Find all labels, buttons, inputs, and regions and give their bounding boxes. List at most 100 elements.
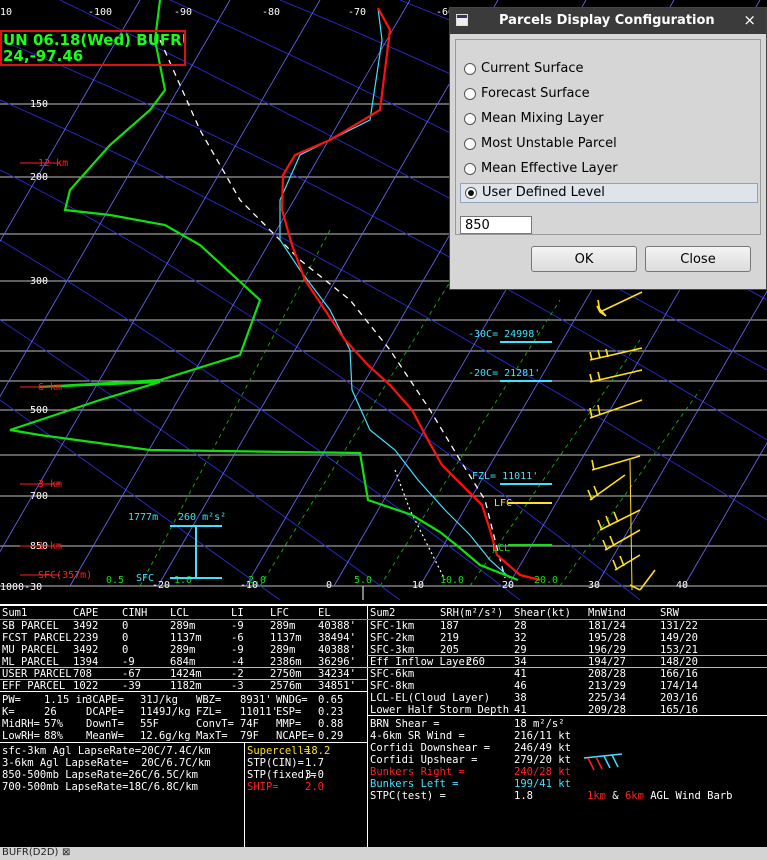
table-cell: 1137m bbox=[170, 632, 202, 644]
radio-button[interactable] bbox=[464, 163, 476, 175]
radio-button[interactable] bbox=[464, 88, 476, 100]
table-cell: 225/34 bbox=[588, 692, 626, 704]
table-cell: 203/16 bbox=[660, 692, 698, 704]
agl-wind-barb-icon bbox=[583, 753, 623, 771]
ok-button[interactable]: OK bbox=[531, 246, 637, 272]
table-cell: EFF PARCEL bbox=[2, 680, 66, 692]
table-header: LI bbox=[231, 607, 244, 619]
bottom-tab-bar: BUFR(D2D) ⊠ bbox=[0, 847, 767, 860]
option-forecast-surface[interactable]: Forecast Surface bbox=[460, 85, 758, 105]
height-label: 12 km bbox=[38, 158, 68, 169]
table-cell: LCL-EL(Cloud Layer) bbox=[370, 692, 491, 704]
header-line2: 24,-97.46 bbox=[3, 47, 84, 65]
index-cell: 11011' bbox=[240, 706, 278, 718]
index-cell: 26 bbox=[44, 706, 57, 718]
kinematic-value: 216/11 kt bbox=[514, 730, 571, 742]
option-mean-mixing-layer[interactable]: Mean Mixing Layer bbox=[460, 110, 758, 130]
index-cell: 57% bbox=[44, 718, 63, 730]
tab-close-icon[interactable]: ⊠ bbox=[62, 847, 70, 858]
dialog-title-bar[interactable]: Parcels Display Configuration × bbox=[450, 8, 766, 34]
table-cell: 28 bbox=[514, 620, 527, 632]
temperature-label: 10 bbox=[412, 580, 424, 591]
kinematic-label: BRN Shear = bbox=[370, 718, 440, 730]
table-cell: Lower Half Storm Depth bbox=[370, 704, 510, 716]
sounding-parameters: Sum1 CAPE CINH LCL LI LFC EL SB PARCEL 3492 0 289m… bbox=[0, 604, 767, 848]
minus30c-label: -30C= 24998' bbox=[468, 329, 540, 340]
lapse-rate: 700-500mb LapseRate=18C/6.8C/km bbox=[2, 781, 198, 793]
temperature-label: -20 bbox=[152, 580, 170, 591]
index-cell: ESP= bbox=[276, 706, 302, 718]
option-user-defined-level[interactable]: User Defined Level bbox=[460, 183, 758, 203]
index-cell: LowRH= bbox=[2, 730, 40, 742]
left-bottom-label: 1000-30 bbox=[0, 582, 42, 593]
user-level-input[interactable] bbox=[460, 216, 532, 234]
option-label: Mean Mixing Layer bbox=[481, 111, 604, 126]
pressure-label: 500 bbox=[30, 405, 48, 416]
window-menu-icon[interactable] bbox=[456, 14, 468, 26]
table-cell: 708 bbox=[73, 668, 92, 680]
mixing-ratio-label: 2.0 bbox=[248, 575, 266, 586]
index-cell: MMP= bbox=[276, 718, 302, 730]
table-cell: -2 bbox=[231, 668, 244, 680]
table-cell: 3492 bbox=[73, 644, 99, 656]
minus20c-label: -20C= 21281' bbox=[468, 368, 540, 379]
table-cell: 165/16 bbox=[660, 704, 698, 716]
index-cell: WNDG= bbox=[276, 694, 308, 706]
table-cell: SB PARCEL bbox=[2, 620, 59, 632]
temperature-label: 30 bbox=[588, 580, 600, 591]
composite-value: 2.0 bbox=[305, 781, 324, 793]
table-cell: 40388' bbox=[318, 644, 356, 656]
index-cell: MaxT= bbox=[196, 730, 228, 742]
index-cell: 74F bbox=[240, 718, 259, 730]
table-cell: 32 bbox=[514, 632, 527, 644]
table-cell: SFC-2km bbox=[370, 632, 415, 644]
radio-button[interactable] bbox=[464, 138, 476, 150]
table-cell: -3 bbox=[231, 680, 244, 692]
radio-button[interactable] bbox=[464, 113, 476, 125]
table-cell: 38 bbox=[514, 692, 527, 704]
table-cell: 187 bbox=[440, 620, 459, 632]
table-cell: 194/27 bbox=[588, 656, 626, 668]
kinematic-value: 18 m²/s² bbox=[514, 718, 565, 730]
close-icon[interactable]: × bbox=[743, 11, 756, 29]
kinematic-label: 4-6km SR Wind = bbox=[370, 730, 465, 742]
option-current-surface[interactable]: Current Surface bbox=[460, 60, 758, 80]
pressure-label: 300 bbox=[30, 276, 48, 287]
mixing-ratio-label: 20.0 bbox=[534, 575, 558, 586]
table-cell: 1424m bbox=[170, 668, 202, 680]
index-cell: DCAPE= bbox=[86, 706, 124, 718]
close-button[interactable]: Close bbox=[645, 246, 751, 272]
kinematic-label: Corfidi Downshear = bbox=[370, 742, 491, 754]
table-cell: -9 bbox=[122, 656, 135, 668]
kinematic-value: 279/20 kt bbox=[514, 754, 571, 766]
radio-button-selected[interactable] bbox=[465, 187, 477, 199]
option-label: Current Surface bbox=[481, 61, 584, 76]
effinflow-srh: 260 m²s² bbox=[178, 512, 226, 523]
index-cell: MeanW= bbox=[86, 730, 124, 742]
table-cell: 2576m bbox=[270, 680, 302, 692]
table-cell: 174/14 bbox=[660, 680, 698, 692]
table-cell: 1182m bbox=[170, 680, 202, 692]
option-mean-effective-layer[interactable]: Mean Effective Layer bbox=[460, 160, 758, 180]
composite-value: 3.0 bbox=[305, 769, 324, 781]
table-cell: 2386m bbox=[270, 656, 302, 668]
kinematic-value: 1.8 bbox=[514, 790, 533, 802]
table-header: Sum2 bbox=[370, 607, 396, 619]
option-label: Most Unstable Parcel bbox=[481, 136, 617, 151]
radio-button[interactable] bbox=[464, 63, 476, 75]
bottom-tab-label[interactable]: BUFR(D2D) bbox=[2, 847, 58, 858]
table-cell: 1137m bbox=[270, 632, 302, 644]
table-cell: 38494' bbox=[318, 632, 356, 644]
pressure-label: 150 bbox=[30, 99, 48, 110]
table-cell: 205 bbox=[440, 644, 459, 656]
parcels-config-dialog[interactable]: Parcels Display Configuration × Current … bbox=[449, 7, 767, 290]
table-header: LCL bbox=[170, 607, 189, 619]
composite-label: SHIP= bbox=[247, 781, 279, 793]
table-header: Sum1 bbox=[2, 607, 28, 619]
index-cell: 0.88 bbox=[318, 718, 344, 730]
height-label: 3 km bbox=[38, 479, 62, 490]
option-most-unstable-parcel[interactable]: Most Unstable Parcel bbox=[460, 135, 758, 155]
lapse-rate: sfc-3km Agl LapseRate=20C/7.4C/km bbox=[2, 745, 211, 757]
table-cell: 289m bbox=[170, 644, 196, 656]
table-header: SRH(m²/s²) bbox=[440, 607, 504, 619]
